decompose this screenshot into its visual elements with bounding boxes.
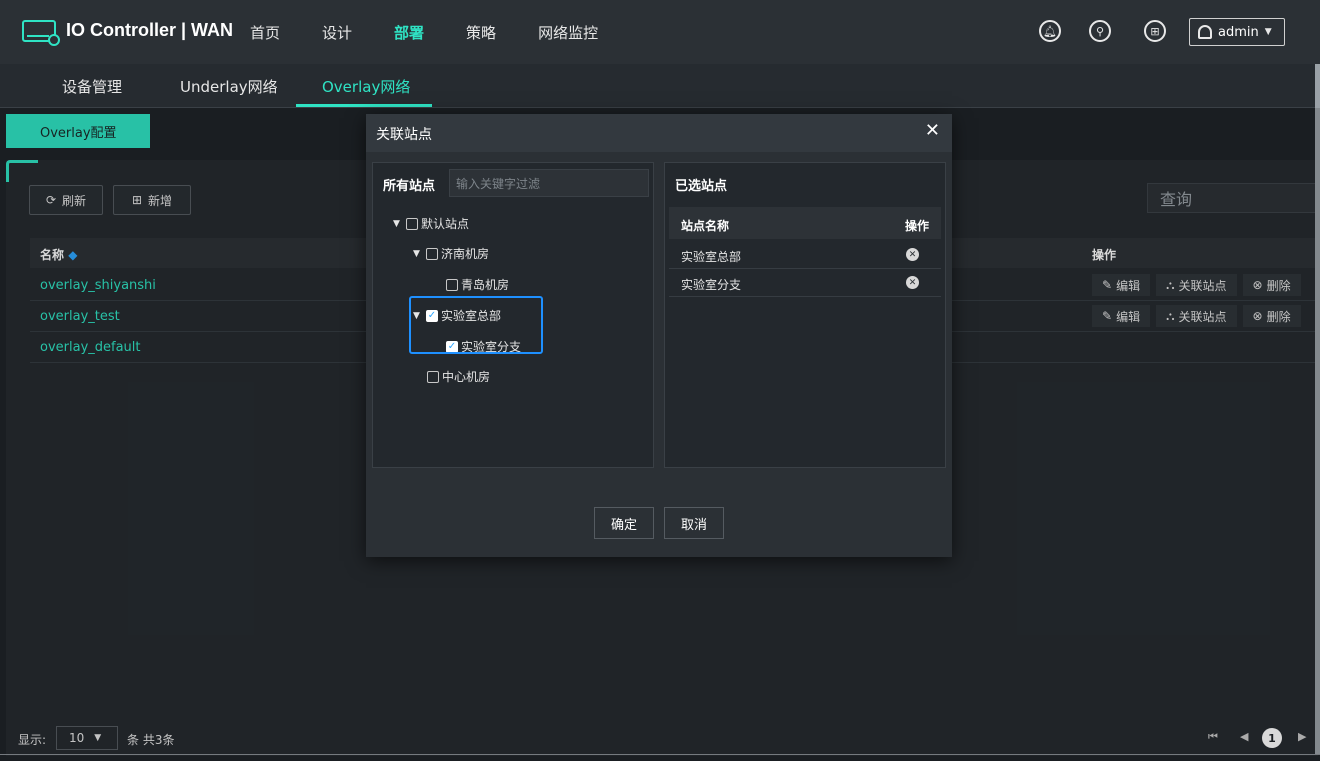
top-bar: IO Controller | WAN 首页 设计 部署 策略 网络监控 🔔︎ … xyxy=(0,0,1320,64)
nav-home[interactable]: 首页 xyxy=(250,22,280,43)
column-site-name: 站点名称 xyxy=(681,219,730,233)
checkbox[interactable] xyxy=(426,247,438,260)
user-name: admin xyxy=(1218,24,1259,40)
dialog-title: 关联站点 xyxy=(376,127,432,143)
selected-site-name: 实验室总部 xyxy=(681,250,742,264)
tree-node-default[interactable]: ▼ 默认站点 xyxy=(393,215,469,232)
tree-node-center[interactable]: 中心机房 xyxy=(427,368,490,385)
selected-sites-title: 已选站点 xyxy=(675,179,728,194)
checkbox[interactable] xyxy=(406,217,418,230)
sub-nav: 设备管理 Underlay网络 Overlay网络 xyxy=(0,64,1320,108)
top-nav: 首页 设计 部署 策略 网络监控 xyxy=(250,22,640,43)
selected-site-row: 实验室分支 ✕ xyxy=(669,269,941,297)
expand-arrow-icon: ▼ xyxy=(393,218,400,229)
tree-node-jinan[interactable]: ▼ 济南机房 xyxy=(413,245,489,262)
site-filter-input[interactable]: 输入关键字过滤 xyxy=(449,169,649,197)
nav-policy[interactable]: 策略 xyxy=(466,22,496,43)
tab-overlay[interactable]: Overlay网络 xyxy=(322,76,410,97)
user-menu[interactable]: admin ▼ xyxy=(1189,18,1285,46)
selected-site-name: 实验室分支 xyxy=(681,278,742,292)
bell-icon[interactable]: 🔔︎ xyxy=(1039,20,1061,42)
all-sites-title: 所有站点 xyxy=(383,179,436,194)
close-icon[interactable]: ✕ xyxy=(925,120,940,141)
selected-site-row: 实验室总部 ✕ xyxy=(669,241,941,269)
dialog-header: 关联站点 ✕ xyxy=(366,114,952,152)
checkbox[interactable] xyxy=(427,370,439,383)
expand-arrow-icon: ▼ xyxy=(413,248,420,259)
shirt-icon[interactable]: ⚲ xyxy=(1089,20,1111,42)
tree-node-qingdao[interactable]: 青岛机房 xyxy=(446,276,509,293)
tab-underlay[interactable]: Underlay网络 xyxy=(180,76,278,97)
selected-table-header: 站点名称 操作 xyxy=(669,207,941,239)
cancel-button[interactable]: 取消 xyxy=(664,507,724,539)
nav-design[interactable]: 设计 xyxy=(322,22,352,43)
column-ops: 操作 xyxy=(905,219,930,233)
confirm-button[interactable]: 确定 xyxy=(594,507,654,539)
checkbox[interactable] xyxy=(446,278,458,291)
selected-sites-panel: 已选站点 站点名称 操作 实验室总部 ✕ 实验室分支 ✕ xyxy=(664,162,946,468)
tab-device-management[interactable]: 设备管理 xyxy=(62,76,122,97)
remove-icon[interactable]: ✕ xyxy=(906,276,919,289)
network-monitor-icon xyxy=(22,20,60,46)
apps-icon[interactable]: ⊞ xyxy=(1144,20,1166,42)
chevron-down-icon: ▼ xyxy=(1264,27,1272,37)
selection-highlight xyxy=(409,296,543,354)
remove-icon[interactable]: ✕ xyxy=(906,248,919,261)
active-tab-indicator xyxy=(296,104,432,107)
user-icon xyxy=(1198,25,1212,39)
nav-deploy[interactable]: 部署 xyxy=(394,22,424,43)
nav-monitor[interactable]: 网络监控 xyxy=(538,22,598,43)
app-title: IO Controller | WAN xyxy=(66,20,234,40)
